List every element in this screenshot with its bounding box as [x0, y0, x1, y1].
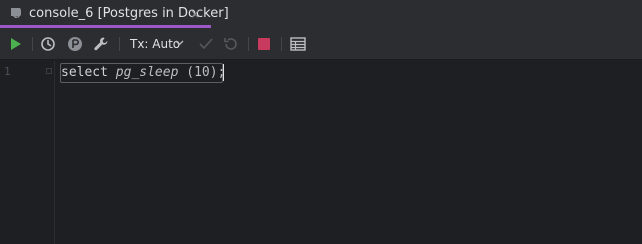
chevron-down-icon	[175, 40, 184, 46]
pin-button[interactable]	[65, 34, 85, 54]
table-icon	[290, 37, 306, 51]
history-button[interactable]	[38, 34, 58, 54]
close-icon[interactable]: ×	[190, 6, 200, 22]
fold-marker-icon[interactable]	[46, 68, 52, 74]
sql-keyword: select	[61, 65, 108, 80]
sql-terminator: ;	[217, 65, 226, 80]
sql-arguments: (10)	[178, 65, 218, 80]
console-toolbar: Tx: Auto	[0, 28, 642, 60]
output-table-button[interactable]	[288, 34, 308, 54]
settings-button[interactable]	[91, 34, 111, 54]
gutter-divider	[54, 61, 55, 244]
run-button[interactable]	[6, 34, 26, 54]
code-line[interactable]: select pg_sleep (10);	[61, 65, 225, 81]
commit-check-icon	[199, 38, 213, 50]
toolbar-separator	[32, 37, 33, 51]
transaction-mode-dropdown[interactable]: Tx: Auto	[130, 36, 180, 52]
run-icon	[11, 38, 21, 50]
sql-function: pg_sleep	[115, 65, 179, 80]
postgres-console-icon	[11, 8, 21, 18]
toolbar-separator	[119, 37, 120, 51]
wrench-icon	[94, 37, 108, 51]
text-caret	[223, 64, 224, 81]
toolbar-separator	[248, 37, 249, 51]
commit-button[interactable]	[196, 34, 216, 54]
line-number: 1	[4, 65, 11, 78]
pin-icon	[68, 37, 82, 51]
toolbar-separator	[281, 37, 282, 51]
rollback-icon	[224, 38, 237, 50]
sql-editor[interactable]: 1 select pg_sleep (10);	[0, 61, 642, 244]
stop-button[interactable]	[254, 34, 274, 54]
history-icon	[41, 37, 55, 51]
tab-bar: console_6 [Postgres in Docker] ×	[0, 0, 642, 28]
console-tab[interactable]: console_6 [Postgres in Docker] ×	[0, 0, 229, 28]
stop-icon	[258, 38, 270, 50]
rollback-button[interactable]	[221, 34, 241, 54]
